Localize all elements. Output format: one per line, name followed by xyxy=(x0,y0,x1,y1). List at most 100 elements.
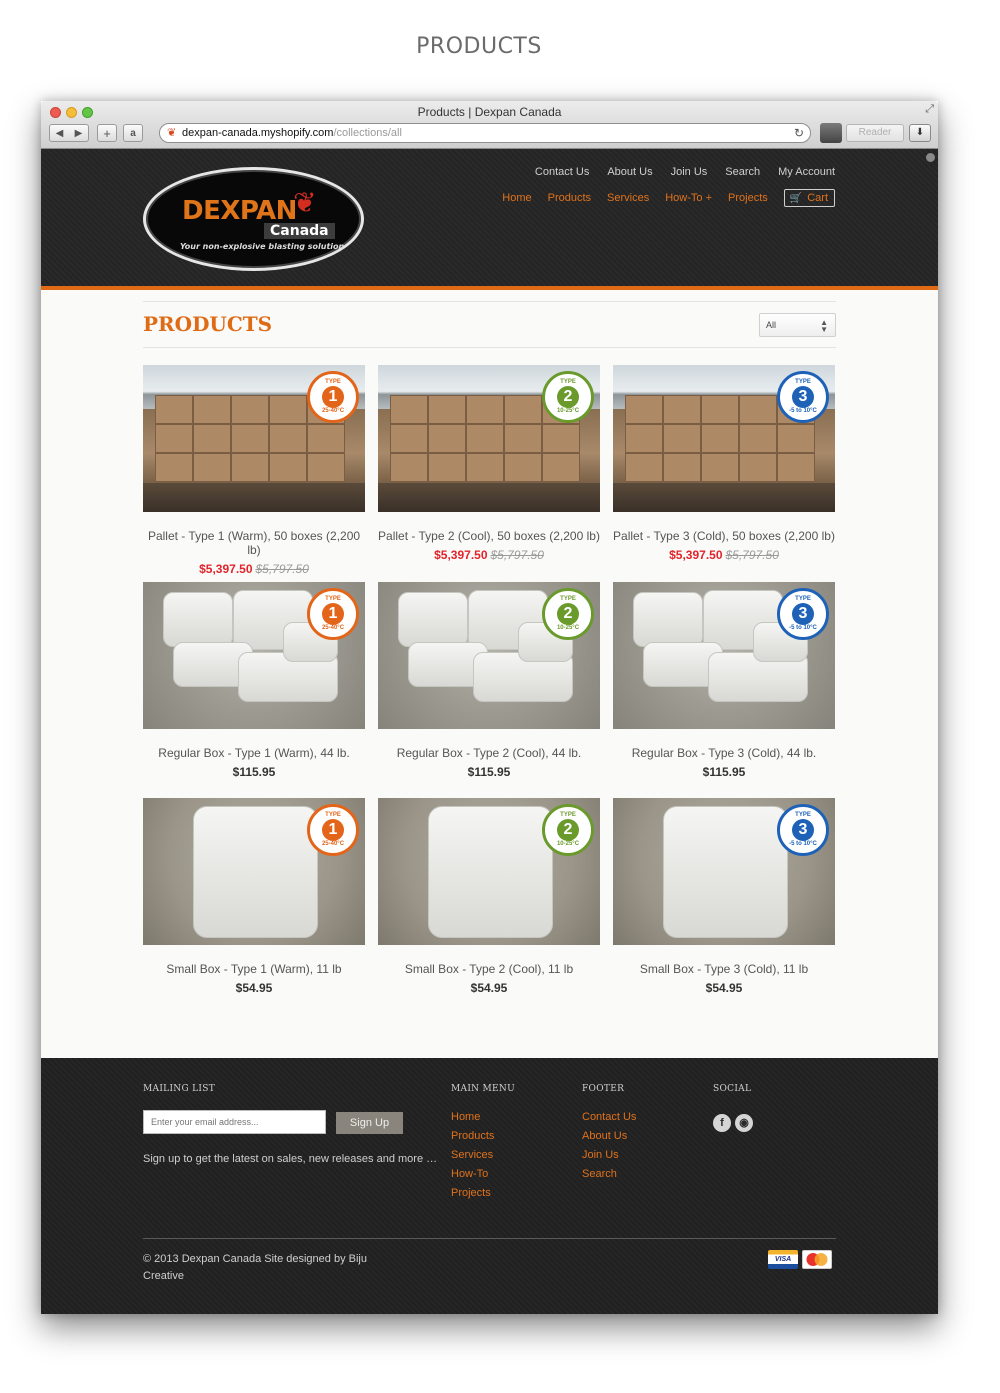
product-name[interactable]: Regular Box - Type 3 (Cold), 44 lb. xyxy=(613,746,835,760)
pallet-base xyxy=(378,483,600,512)
product-card[interactable]: TYPE 1 25-40°C Regular Box - Type 1 (Warm),… xyxy=(143,582,365,779)
dropdown-plus-icon: + xyxy=(705,192,713,204)
product-name[interactable]: Pallet - Type 1 (Warm), 50 boxes (2,200 … xyxy=(143,529,365,557)
bag xyxy=(428,806,553,938)
footer-link-projects[interactable]: Projects xyxy=(451,1187,494,1199)
original-price: $5,797.50 xyxy=(490,548,544,562)
footer-link-contact[interactable]: Contact Us xyxy=(582,1111,636,1123)
product-price: $5,397.50 $5,797.50 xyxy=(378,548,600,562)
forward-icon[interactable]: ▶ xyxy=(69,128,88,139)
product-image[interactable]: TYPE 1 25-40°C xyxy=(143,798,365,945)
footer-link-services[interactable]: Services xyxy=(451,1149,494,1161)
product-card[interactable]: TYPE 1 25-40°C Small Box - Type 1 (Warm), 1… xyxy=(143,798,365,995)
reader-button[interactable]: Reader xyxy=(846,124,904,142)
pallet-box xyxy=(466,424,504,453)
copyright: © 2013 Dexpan Canada Site designed by Bi… xyxy=(143,1253,367,1282)
badge-type-number: 3 xyxy=(792,819,814,841)
product-image[interactable]: TYPE 2 10-25°C xyxy=(378,798,600,945)
badge-temp-range: 25-40°C xyxy=(321,841,345,847)
product-card[interactable]: TYPE 2 10-25°C Small Box - Type 2 (Cool), 1… xyxy=(378,798,600,995)
footer-link-search[interactable]: Search xyxy=(582,1168,636,1180)
product-image[interactable]: TYPE 3 -5 to 10°C xyxy=(613,582,835,729)
product-card[interactable]: TYPE 2 10-25°C Regular Box - Type 2 (Cool),… xyxy=(378,582,600,779)
pallet-box xyxy=(625,395,663,424)
footer-link-join[interactable]: Join Us xyxy=(582,1149,636,1161)
nav-home[interactable]: Home xyxy=(502,192,531,204)
product-card[interactable]: TYPE 3 -5 to 10°C Small Box - Type 3 (Cold)… xyxy=(613,798,835,995)
add-bookmark-icon[interactable]: + xyxy=(97,124,117,142)
product-image[interactable]: TYPE 3 -5 to 10°C xyxy=(613,798,835,945)
footer-link-howto[interactable]: How-To xyxy=(451,1168,494,1180)
product-price: $5,397.50 $5,797.50 xyxy=(613,548,835,562)
util-link-account[interactable]: My Account xyxy=(778,166,835,178)
product-image[interactable]: TYPE 2 10-25°C xyxy=(378,365,600,512)
product-name[interactable]: Small Box - Type 1 (Warm), 11 lb xyxy=(143,962,365,976)
nav-projects[interactable]: Projects xyxy=(728,192,768,204)
product-card[interactable]: TYPE 3 -5 to 10°C Pallet - Type 3 (Cold), 5… xyxy=(613,365,835,562)
product-card[interactable]: TYPE 1 25-40°C Pallet - Type 1 (Warm), 50 b… xyxy=(143,365,365,576)
dexpan-logo[interactable]: DEXPAN ❦ Canada Your non-explosive blast… xyxy=(143,167,364,271)
current-price: $5,397.50 xyxy=(669,548,723,562)
product-card[interactable]: TYPE 3 -5 to 10°C Regular Box - Type 3 (Col… xyxy=(613,582,835,779)
divider xyxy=(143,301,836,302)
back-icon[interactable]: ◀ xyxy=(50,128,69,139)
util-link-join[interactable]: Join Us xyxy=(671,166,708,178)
pallet-box xyxy=(155,395,193,424)
nav-services[interactable]: Services xyxy=(607,192,649,204)
reload-icon[interactable]: ↻ xyxy=(794,124,804,142)
collection-filter-select[interactable]: All ▲ ▼ xyxy=(759,313,836,337)
util-link-search[interactable]: Search xyxy=(725,166,760,178)
pallet-box xyxy=(428,424,466,453)
fullscreen-icon[interactable]: ⤢ xyxy=(925,103,934,116)
product-name[interactable]: Small Box - Type 2 (Cool), 11 lb xyxy=(378,962,600,976)
product-image[interactable]: TYPE 2 10-25°C xyxy=(378,582,600,729)
product-name[interactable]: Pallet - Type 3 (Cold), 50 boxes (2,200 … xyxy=(613,529,835,543)
product-name[interactable]: Regular Box - Type 1 (Warm), 44 lb. xyxy=(143,746,365,760)
badge-type-number: 2 xyxy=(557,386,579,408)
rss-icon[interactable]: ◉ xyxy=(735,1114,753,1132)
address-bar[interactable]: ❦ dexpan-canada.myshopify.com/collection… xyxy=(159,123,811,143)
main-menu-heading: MAIN MENU xyxy=(451,1084,515,1094)
pallet-box xyxy=(663,395,701,424)
main-nav: Home Products Services How-To + Projects… xyxy=(502,189,835,207)
logo-brand: DEXPAN xyxy=(182,196,297,226)
product-name[interactable]: Pallet - Type 2 (Cool), 50 boxes (2,200 … xyxy=(378,529,600,543)
footer-heading: FOOTER xyxy=(582,1084,625,1094)
product-image[interactable]: TYPE 1 25-40°C xyxy=(143,365,365,512)
mastercard-circles-icon xyxy=(806,1253,828,1266)
util-link-contact[interactable]: Contact Us xyxy=(535,166,589,178)
product-name[interactable]: Regular Box - Type 2 (Cool), 44 lb. xyxy=(378,746,600,760)
favicon-maple-leaf-icon: ❦ xyxy=(167,127,177,139)
amazon-extension-icon[interactable]: a xyxy=(123,124,143,142)
pallet-box xyxy=(428,453,466,482)
badge-type-number: 2 xyxy=(557,819,579,841)
sign-up-button[interactable]: Sign Up xyxy=(336,1112,403,1134)
email-field[interactable] xyxy=(143,1110,326,1134)
bag xyxy=(663,806,788,938)
facebook-icon[interactable]: f xyxy=(713,1114,731,1132)
pallet-box xyxy=(542,453,580,482)
cart-button[interactable]: 🛒 Cart xyxy=(783,189,835,207)
product-card[interactable]: TYPE 2 10-25°C Pallet - Type 2 (Cool), 50 b… xyxy=(378,365,600,562)
pallet-box xyxy=(466,453,504,482)
nav-products[interactable]: Products xyxy=(548,192,591,204)
badge-type-number: 1 xyxy=(322,386,344,408)
bag xyxy=(163,592,233,647)
extension-icon[interactable] xyxy=(820,123,842,143)
footer-link-home[interactable]: Home xyxy=(451,1111,494,1123)
product-image[interactable]: TYPE 3 -5 to 10°C xyxy=(613,365,835,512)
nav-howto[interactable]: How-To + xyxy=(665,192,712,204)
downloads-icon[interactable]: ⬇ xyxy=(909,124,931,142)
social-icons: f ◉ xyxy=(713,1114,753,1132)
util-link-about[interactable]: About Us xyxy=(607,166,652,178)
badge-type-label: TYPE xyxy=(560,379,576,385)
footer-link-products[interactable]: Products xyxy=(451,1130,494,1142)
product-image[interactable]: TYPE 1 25-40°C xyxy=(143,582,365,729)
footer-link-about[interactable]: About Us xyxy=(582,1130,636,1142)
type-badge: TYPE 1 25-40°C xyxy=(307,804,359,856)
pallet-box xyxy=(504,424,542,453)
product-name[interactable]: Small Box - Type 3 (Cold), 11 lb xyxy=(613,962,835,976)
browser-window: Products | Dexpan Canada ⤢ ◀ ▶ + a ❦ dexp… xyxy=(41,101,938,1314)
utility-nav: Contact Us About Us Join Us Search My Ac… xyxy=(535,166,835,178)
pallet-box xyxy=(269,453,307,482)
